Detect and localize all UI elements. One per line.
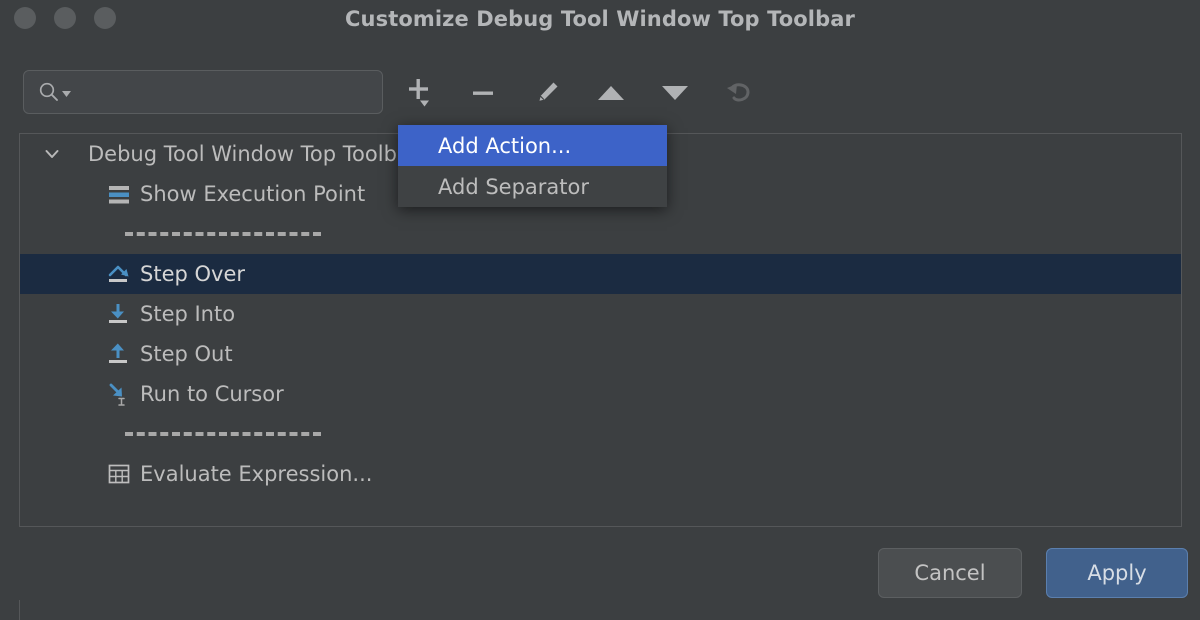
search-icon-group [38, 81, 72, 103]
move-down-button[interactable] [656, 74, 694, 112]
add-dropdown-menu[interactable]: Add Action... Add Separator [398, 125, 667, 207]
list-item-label: Run to Cursor [140, 382, 284, 406]
table-row[interactable]: Evaluate Expression... [20, 454, 1181, 494]
search-icon [39, 82, 58, 101]
table-row[interactable]: Run to Cursor [20, 374, 1181, 414]
plus-icon [409, 79, 429, 107]
evaluate-expression-icon [106, 461, 132, 487]
title-bar: Customize Debug Tool Window Top Toolbar [0, 0, 1200, 38]
add-button[interactable] [400, 74, 438, 112]
list-item-separator[interactable] [20, 414, 1181, 454]
edit-button[interactable] [528, 74, 566, 112]
list-item-label: Step Out [140, 342, 233, 366]
tree-root-label: Debug Tool Window Top Toolbar [88, 142, 419, 166]
arrow-down-icon [662, 86, 688, 100]
restore-default-button[interactable] [720, 74, 758, 112]
separator-icon [125, 232, 321, 236]
list-item-label: Show Execution Point [140, 182, 366, 206]
table-row[interactable]: Step Out [20, 334, 1181, 374]
chevron-down-icon[interactable] [40, 145, 64, 163]
arrow-up-icon [598, 86, 624, 100]
step-into-icon [106, 301, 132, 327]
list-item-label: Step Into [140, 302, 236, 326]
minus-icon [473, 91, 493, 95]
apply-button[interactable]: Apply [1046, 548, 1188, 598]
show-execution-point-icon [106, 181, 132, 207]
list-item-separator[interactable] [20, 214, 1181, 254]
list-item-label: Step Over [140, 262, 245, 286]
search-filter-chevron-down-icon[interactable] [61, 88, 72, 99]
move-up-button[interactable] [592, 74, 630, 112]
cancel-button[interactable]: Cancel [878, 548, 1022, 598]
window-bottom-edge [19, 600, 20, 620]
dialog-button-bar: Cancel Apply [0, 548, 1200, 602]
pencil-icon [539, 82, 558, 101]
run-to-cursor-icon [106, 381, 132, 407]
toolbar [0, 65, 1200, 121]
table-row[interactable]: Step Into [20, 294, 1181, 334]
page-title: Customize Debug Tool Window Top Toolbar [345, 7, 855, 31]
step-out-icon [106, 341, 132, 367]
menu-item-add-action[interactable]: Add Action... [398, 125, 667, 166]
list-item-label: Evaluate Expression... [140, 462, 373, 486]
toolbar-button-group [400, 65, 758, 121]
menu-item-add-separator[interactable]: Add Separator [398, 166, 667, 207]
undo-icon [727, 83, 750, 102]
remove-button[interactable] [464, 74, 502, 112]
separator-icon [125, 432, 321, 436]
step-over-icon [106, 261, 132, 287]
search-input[interactable] [23, 70, 383, 114]
table-row[interactable]: Step Over [20, 254, 1181, 294]
